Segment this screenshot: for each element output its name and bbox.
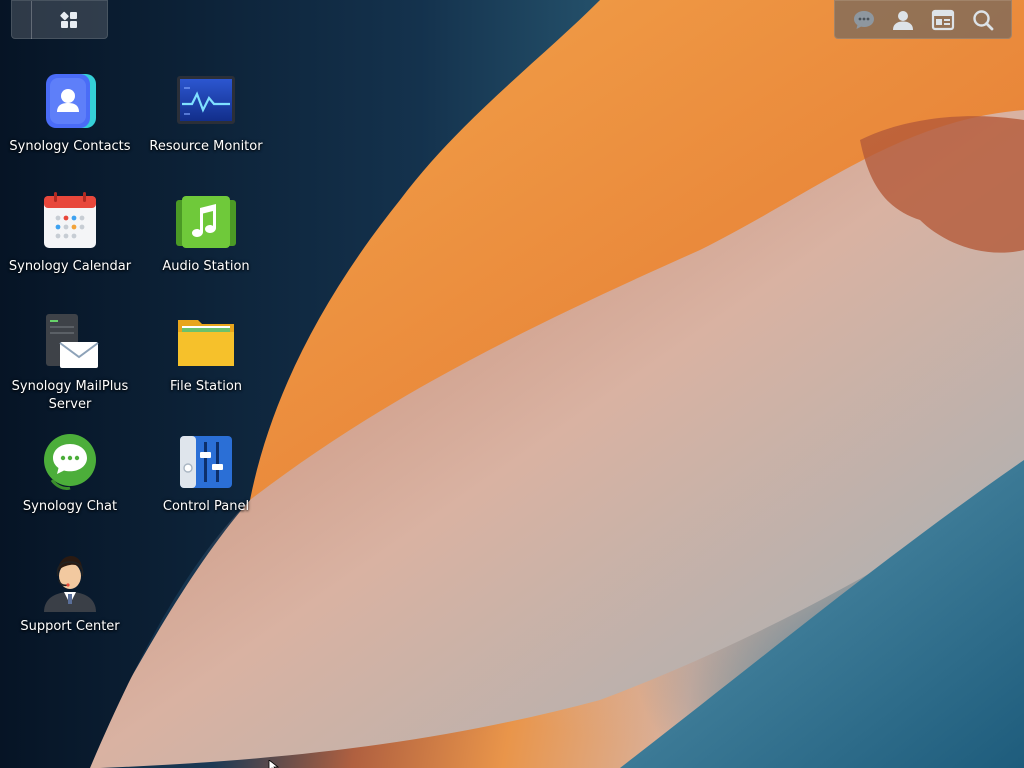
contacts-icon bbox=[46, 74, 96, 128]
resource-monitor-icon bbox=[177, 76, 235, 124]
chat-notification-button[interactable] bbox=[851, 8, 877, 32]
shortcut-file-station[interactable]: File Station bbox=[141, 306, 271, 418]
shortcut-label: Synology Chat bbox=[22, 499, 118, 514]
shortcut-audio-station[interactable]: Audio Station bbox=[141, 186, 271, 298]
main-menu-button[interactable] bbox=[58, 9, 80, 31]
user-icon bbox=[893, 11, 913, 30]
user-options-button[interactable] bbox=[890, 8, 916, 32]
mouse-cursor-icon bbox=[268, 760, 280, 768]
support-agent-icon bbox=[44, 556, 96, 612]
control-panel-icon bbox=[180, 436, 232, 488]
widgets-icon bbox=[931, 9, 955, 31]
folder-icon bbox=[178, 320, 234, 366]
shortcut-label: Audio Station bbox=[162, 259, 250, 274]
shortcut-synology-contacts[interactable]: Synology Contacts bbox=[5, 66, 135, 178]
shortcut-synology-calendar[interactable]: Synology Calendar bbox=[5, 186, 135, 298]
shortcut-label: Support Center bbox=[20, 619, 120, 634]
shortcut-support-center[interactable]: Support Center bbox=[5, 546, 135, 658]
mail-server-icon bbox=[46, 314, 99, 368]
search-icon bbox=[973, 10, 994, 31]
taskbar-divider bbox=[31, 1, 32, 39]
search-button[interactable] bbox=[970, 8, 996, 32]
shortcut-resource-monitor[interactable]: Resource Monitor bbox=[141, 66, 271, 178]
music-note-icon bbox=[176, 196, 236, 248]
chat-icon bbox=[854, 11, 874, 29]
shortcut-synology-mailplus-server[interactable]: Synology MailPlus Server bbox=[5, 306, 135, 418]
shortcut-label: Synology Contacts bbox=[9, 139, 131, 154]
taskbar-left bbox=[11, 0, 108, 39]
calendar-icon bbox=[44, 192, 96, 248]
shortcut-label: Synology MailPlus Server bbox=[11, 379, 129, 412]
chat-bubble-icon bbox=[44, 434, 96, 490]
shortcut-control-panel[interactable]: Control Panel bbox=[141, 426, 271, 538]
desktop-wallpaper: Synology Contacts Resource Monitor Synol… bbox=[0, 0, 1024, 768]
shortcut-label: Control Panel bbox=[162, 499, 250, 514]
shortcut-label: Resource Monitor bbox=[149, 139, 263, 154]
shortcut-label: Synology Calendar bbox=[8, 259, 132, 274]
taskbar-right bbox=[834, 0, 1012, 39]
shortcut-label: File Station bbox=[169, 379, 243, 394]
main-menu-icon bbox=[60, 11, 77, 28]
widgets-button[interactable] bbox=[930, 8, 956, 32]
shortcut-synology-chat[interactable]: Synology Chat bbox=[5, 426, 135, 538]
